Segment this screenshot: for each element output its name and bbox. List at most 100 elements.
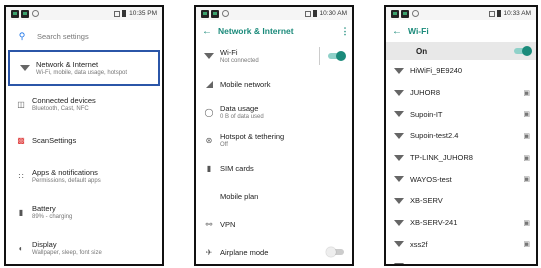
airplane-toggle[interactable] (326, 247, 344, 257)
search-placeholder: Search settings (37, 31, 89, 41)
wifi-signal-icon (388, 132, 410, 139)
item-title: Battery (32, 203, 56, 213)
wifi-network-item[interactable]: Supoin-IT ▣ (386, 103, 536, 125)
item-subtitle: Wi-Fi, mobile, data usage, hotspot (36, 69, 128, 76)
item-title: Connected devices (32, 95, 96, 105)
page-title: Network & Internet (218, 26, 294, 36)
search-bar[interactable]: ⚲ Search settings (13, 26, 155, 46)
item-title: Display (32, 239, 57, 249)
lock-icon: ▣ (523, 241, 530, 249)
apps-grid-icon: ∷ (18, 171, 24, 181)
settings-item-display[interactable]: ◐ Display Wallpaper, sleep, font size (6, 230, 162, 264)
cellular-icon (198, 80, 220, 88)
network-name: WAYOS-test (410, 174, 452, 184)
battery-icon (312, 10, 317, 17)
network-name: TP-LINK_JUHOR8 (410, 153, 473, 163)
clock: 10:35 PM (129, 10, 157, 17)
sim-card-icon: ▮ (206, 163, 212, 173)
sync-icon (222, 10, 229, 17)
back-arrow-icon[interactable]: ← (196, 26, 218, 37)
network-name: Supoin-IT (410, 109, 443, 119)
notification-icon (391, 9, 399, 18)
clock: 10:33 AM (503, 10, 531, 17)
sync-icon (32, 10, 39, 17)
network-item-vpn[interactable]: ⚯ VPN (196, 210, 352, 238)
status-bar: 10:30 AM (196, 7, 352, 20)
item-subtitle: Bluetooth, Cast, NFC (32, 105, 89, 112)
network-item-wifi[interactable]: Wi-Fi Not connected (196, 42, 352, 70)
wifi-signal-icon (388, 241, 410, 248)
network-name: xss2f (410, 239, 428, 249)
battery-icon (122, 10, 127, 17)
network-name: HiWiFi_9E9240 (410, 66, 463, 76)
back-arrow-icon[interactable]: ← (386, 26, 408, 37)
search-icon: ⚲ (18, 30, 26, 41)
item-title: Apps & notifications (32, 167, 98, 177)
item-title: Hotspot & tethering (220, 131, 285, 141)
item-subtitle: 0 B of data used (220, 113, 264, 120)
wifi-toggle[interactable] (328, 51, 346, 61)
wifi-network-item[interactable]: xss2f ▣ (386, 234, 536, 256)
lock-icon: ▣ (523, 176, 530, 184)
item-title: Data usage (220, 103, 259, 113)
item-title: Airplane mode (220, 247, 269, 257)
item-subtitle: Wallpaper, sleep, font size (32, 249, 102, 256)
scan-icon: ▩ (17, 135, 25, 145)
wifi-network-item[interactable]: WAYOS-test ▣ (386, 168, 536, 190)
wifi-network-item[interactable]: XSS2AN2GH (386, 255, 536, 264)
airplane-icon: ✈ (205, 247, 213, 257)
lock-icon: ▣ (523, 154, 530, 162)
network-item-sim[interactable]: ▮ SIM cards (196, 154, 352, 182)
wifi-signal-icon (388, 219, 410, 226)
settings-item-connected-devices[interactable]: ◫ Connected devices Bluetooth, Cast, NFC (6, 86, 162, 122)
notification-icon (211, 9, 219, 18)
wifi-signal-icon (388, 197, 410, 204)
vibrate-icon (304, 10, 311, 17)
app-bar: ← Wi-Fi (386, 20, 536, 42)
overflow-menu-icon[interactable]: ⋮ (338, 26, 352, 37)
settings-item-network[interactable]: Network & Internet Wi-Fi, mobile, data u… (8, 50, 160, 86)
status-bar: 10:33 AM (386, 7, 536, 20)
item-subtitle: Not connected (220, 57, 259, 64)
page-title: Wi-Fi (408, 26, 429, 36)
item-title: Wi-Fi (220, 47, 238, 57)
item-title: Mobile plan (220, 191, 259, 201)
item-title: Network & Internet (36, 59, 99, 69)
key-icon: ⚯ (205, 219, 213, 229)
data-usage-icon: ◯ (204, 107, 214, 117)
settings-item-apps[interactable]: ∷ Apps & notifications Permissions, defa… (6, 158, 162, 194)
wifi-network-item[interactable]: HiWiFi_9E9240 (386, 60, 536, 82)
network-name: XB-SERV-241 (410, 218, 458, 228)
network-item-mobile-plan[interactable]: Mobile plan (196, 182, 352, 210)
vibrate-icon (114, 10, 121, 17)
wifi-signal-icon (388, 154, 410, 161)
network-name: Supoin-test2.4 (410, 131, 459, 141)
wifi-network-item[interactable]: XB-SERV (386, 190, 536, 212)
wifi-toggle[interactable] (514, 46, 532, 56)
sync-icon (412, 10, 419, 17)
item-subtitle: 89% - charging (32, 213, 73, 220)
network-name: XB-SERV (410, 196, 443, 206)
notification-icon (201, 9, 209, 18)
network-name: JUHOR8 (410, 88, 441, 98)
wifi-network-item[interactable]: TP-LINK_JUHOR8 ▣ (386, 147, 536, 169)
wifi-network-item[interactable]: Supoin-test2.4 ▣ (386, 125, 536, 147)
network-item-data-usage[interactable]: ◯ Data usage 0 B of data used (196, 98, 352, 126)
network-name: XSS2AN2GH (410, 262, 455, 264)
notification-icon (401, 9, 409, 18)
settings-item-battery[interactable]: ▮ Battery 89% - charging (6, 194, 162, 230)
network-item-mobile[interactable]: Mobile network (196, 70, 352, 98)
item-title: VPN (220, 219, 236, 229)
lock-icon: ▣ (523, 111, 530, 119)
wifi-icon (198, 53, 220, 59)
devices-icon: ◫ (17, 99, 25, 109)
item-subtitle: Off (220, 141, 228, 148)
wifi-screen: 10:33 AM ← Wi-Fi On HiWiFi_9E9240 JUHOR8 ▣… (384, 5, 538, 266)
wifi-network-item[interactable]: JUHOR8 ▣ (386, 82, 536, 104)
network-item-airplane[interactable]: ✈ Airplane mode (196, 238, 352, 264)
network-item-hotspot[interactable]: ⊛ Hotspot & tethering Off (196, 126, 352, 154)
wifi-signal-icon (388, 263, 410, 264)
settings-item-scansettings[interactable]: ▩ ScanSettings (6, 122, 162, 158)
wifi-network-item[interactable]: XB-SERV-241 ▣ (386, 212, 536, 234)
wifi-master-switch[interactable]: On (386, 42, 536, 60)
